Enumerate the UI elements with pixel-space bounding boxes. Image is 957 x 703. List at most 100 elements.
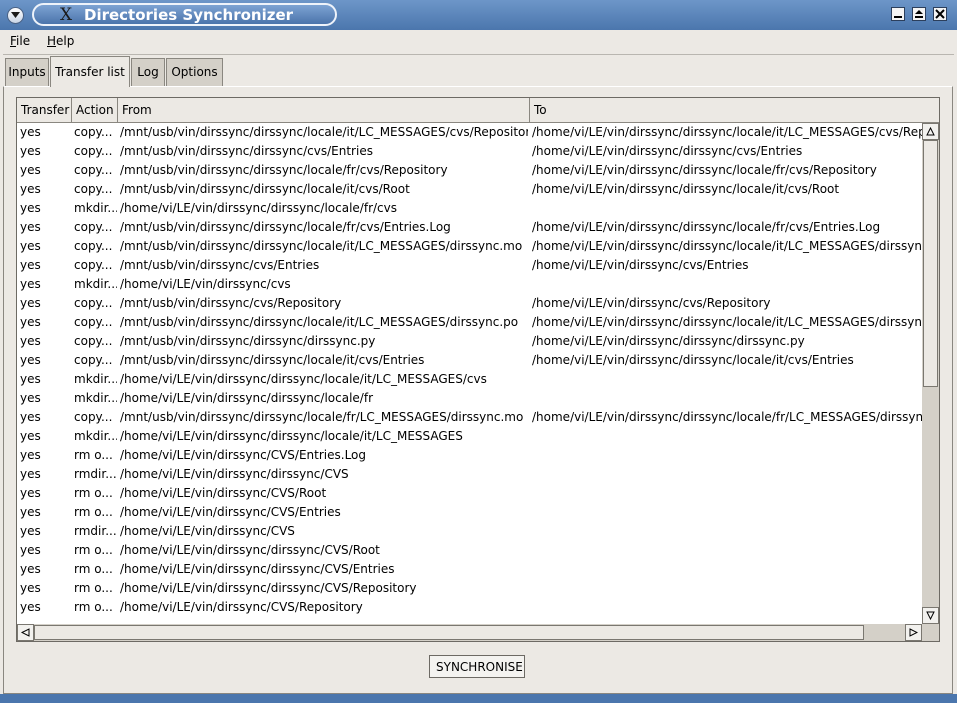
table-row[interactable]: yes copy... /mnt/usb/vin/dirssync/dirssync… [17,313,922,332]
cell-transfer: yes [20,448,41,462]
minimize-icon [894,16,902,18]
cell-transfer: yes [20,467,41,481]
table-row[interactable]: yes copy... /mnt/usb/vin/dirssync/dirssync… [17,123,922,142]
table-row[interactable]: yes rm o... /home/vi/LE/vin/dirssync/CVS/E… [17,446,922,465]
cell-from: /mnt/usb/vin/dirssync/dirssync/locale/it… [120,239,523,253]
table-header: Transfer Action From To [17,98,939,123]
vertical-scrollbar[interactable] [922,123,939,624]
table-row[interactable]: yes mkdir.../home/vi/LE/vin/dirssync/dirs… [17,389,922,408]
cell-action: rmdir... [74,524,117,538]
table-row[interactable]: yes copy... /mnt/usb/vin/dirssync/dirssync… [17,237,922,256]
cell-to: /home/vi/LE/vin/dirssync/dirssync/locale… [532,239,922,253]
cell-transfer: yes [20,505,41,519]
scroll-down-button[interactable] [922,607,939,624]
table-row[interactable]: yes copy... /mnt/usb/vin/dirssync/dirssync… [17,351,922,370]
tab-inputs[interactable]: Inputs [5,58,49,86]
column-header-transfer[interactable]: Transfer [17,98,72,122]
table-row[interactable]: yes mkdir.../home/vi/LE/vin/dirssync/dirs… [17,370,922,389]
close-icon [935,9,945,19]
cell-transfer: yes [20,600,41,614]
table-row[interactable]: yes rm o... /home/vi/LE/vin/dirssync/dirss… [17,560,922,579]
table-row[interactable]: yes mkdir.../home/vi/LE/vin/dirssync/cvs [17,275,922,294]
tab-options[interactable]: Options [166,58,223,86]
tab-transfer-list[interactable]: Transfer list [50,56,130,87]
table-row[interactable]: yes copy... /mnt/usb/vin/dirssync/cvs/Entr… [17,256,922,275]
table-row[interactable]: yes copy... /mnt/usb/vin/dirssync/dirssync… [17,332,922,351]
cell-transfer: yes [20,524,41,538]
maximize-icon [915,10,923,18]
cell-from: /mnt/usb/vin/dirssync/dirssync/locale/fr… [120,220,451,234]
table-row[interactable]: yes rm o... /home/vi/LE/vin/dirssync/dirss… [17,541,922,560]
table-row[interactable]: yes copy... /mnt/usb/vin/dirssync/cvs/Repo… [17,294,922,313]
title-bar[interactable]: X Directories Synchronizer [0,0,957,30]
cell-action: copy... [74,239,113,253]
maximize-button[interactable] [912,7,926,21]
column-header-action[interactable]: Action [72,98,118,122]
cell-from: /home/vi/LE/vin/dirssync/dirssync/CVS/Re… [120,581,417,595]
menu-file-label: ile [16,34,31,48]
cell-to: /home/vi/LE/vin/dirssync/dirssync/locale… [532,410,922,424]
cell-from: /home/vi/LE/vin/dirssync/dirssync/CVS [120,467,349,481]
table-row[interactable]: yes copy... /mnt/usb/vin/dirssync/dirssync… [17,218,922,237]
cell-from: /mnt/usb/vin/dirssync/cvs/Entries [120,258,320,272]
cell-transfer: yes [20,277,41,291]
table-row[interactable]: yes rmdir.../home/vi/LE/vin/dirssync/dirs… [17,465,922,484]
cell-action: copy... [74,182,113,196]
scroll-left-button[interactable] [17,624,34,641]
cell-from: /home/vi/LE/vin/dirssync/dirssync/locale… [120,201,397,215]
window-menu-button[interactable] [7,7,24,24]
menu-help-label: elp [56,34,75,48]
minimize-button[interactable] [891,7,905,21]
table-row[interactable]: yes rm o... /home/vi/LE/vin/dirssync/CVS/E… [17,503,922,522]
horizontal-scrollbar[interactable] [17,624,939,641]
cell-from: /home/vi/LE/vin/dirssync/dirssync/CVS/En… [120,562,395,576]
cell-action: copy... [74,163,113,177]
tab-log[interactable]: Log [131,58,165,86]
table-row[interactable]: yes copy... /mnt/usb/vin/dirssync/dirssync… [17,180,922,199]
cell-action: rmdir... [74,467,117,481]
cell-to: /home/vi/LE/vin/dirssync/cvs/Repository [532,296,771,310]
vertical-scroll-thumb[interactable] [923,140,938,387]
cell-from: /home/vi/LE/vin/dirssync/dirssync/locale… [120,391,373,405]
cell-from: /home/vi/LE/vin/dirssync/CVS [120,524,295,538]
cell-to: /home/vi/LE/vin/dirssync/dirssync/locale… [532,182,840,196]
cell-from: /mnt/usb/vin/dirssync/dirssync/locale/it… [120,182,410,196]
table-row[interactable]: yes copy... /mnt/usb/vin/dirssync/dirssync… [17,161,922,180]
cell-transfer: yes [20,486,41,500]
cell-transfer: yes [20,410,41,424]
column-header-to[interactable]: To [530,98,939,122]
close-button[interactable] [933,7,947,21]
table-row[interactable]: yes mkdir.../home/vi/LE/vin/dirssync/dirs… [17,199,922,218]
menu-file[interactable]: File [10,34,30,48]
menu-help[interactable]: Help [47,34,74,48]
cell-from: /mnt/usb/vin/dirssync/cvs/Repository [120,296,342,310]
arrow-up-icon [926,127,935,136]
column-header-from[interactable]: From [118,98,530,122]
cell-from: /mnt/usb/vin/dirssync/dirssync/locale/it… [120,125,528,139]
transfer-table: Transfer Action From To yes copy... /mnt/u… [16,97,940,642]
synchronise-button[interactable]: SYNCHRONISE [429,655,525,678]
cell-transfer: yes [20,581,41,595]
table-row[interactable]: yes copy... /mnt/usb/vin/dirssync/dirssync… [17,142,922,161]
table-row[interactable]: yes rm o... /home/vi/LE/vin/dirssync/CVS/R… [17,598,922,617]
chevron-down-icon [11,12,20,18]
cell-to: /home/vi/LE/vin/dirssync/cvs/Entries [532,258,749,272]
table-row[interactable]: yes copy... /mnt/usb/vin/dirssync/dirssync… [17,408,922,427]
cell-from: /mnt/usb/vin/dirssync/dirssync/locale/fr… [120,163,448,177]
cell-to: /home/vi/LE/vin/dirssync/dirssync/locale… [532,220,881,234]
scroll-up-button[interactable] [922,123,939,140]
horizontal-scroll-thumb[interactable] [34,625,864,640]
scroll-right-button[interactable] [905,624,922,641]
cell-from: /home/vi/LE/vin/dirssync/CVS/Entries.Log [120,448,367,462]
table-row[interactable]: yes rmdir.../home/vi/LE/vin/dirssync/CVS [17,522,922,541]
cell-action: mkdir... [74,201,117,215]
cell-action: mkdir... [74,277,117,291]
cell-action: rm o... [74,486,113,500]
table-row[interactable]: yes rm o... /home/vi/LE/vin/dirssync/CVS/R… [17,484,922,503]
cell-transfer: yes [20,258,41,272]
table-row[interactable]: yes mkdir.../home/vi/LE/vin/dirssync/dirs… [17,427,922,446]
table-row[interactable]: yes rm o... /home/vi/LE/vin/dirssync/dirss… [17,579,922,598]
cell-transfer: yes [20,315,41,329]
menu-bar: File Help [3,30,954,55]
cell-transfer: yes [20,391,41,405]
